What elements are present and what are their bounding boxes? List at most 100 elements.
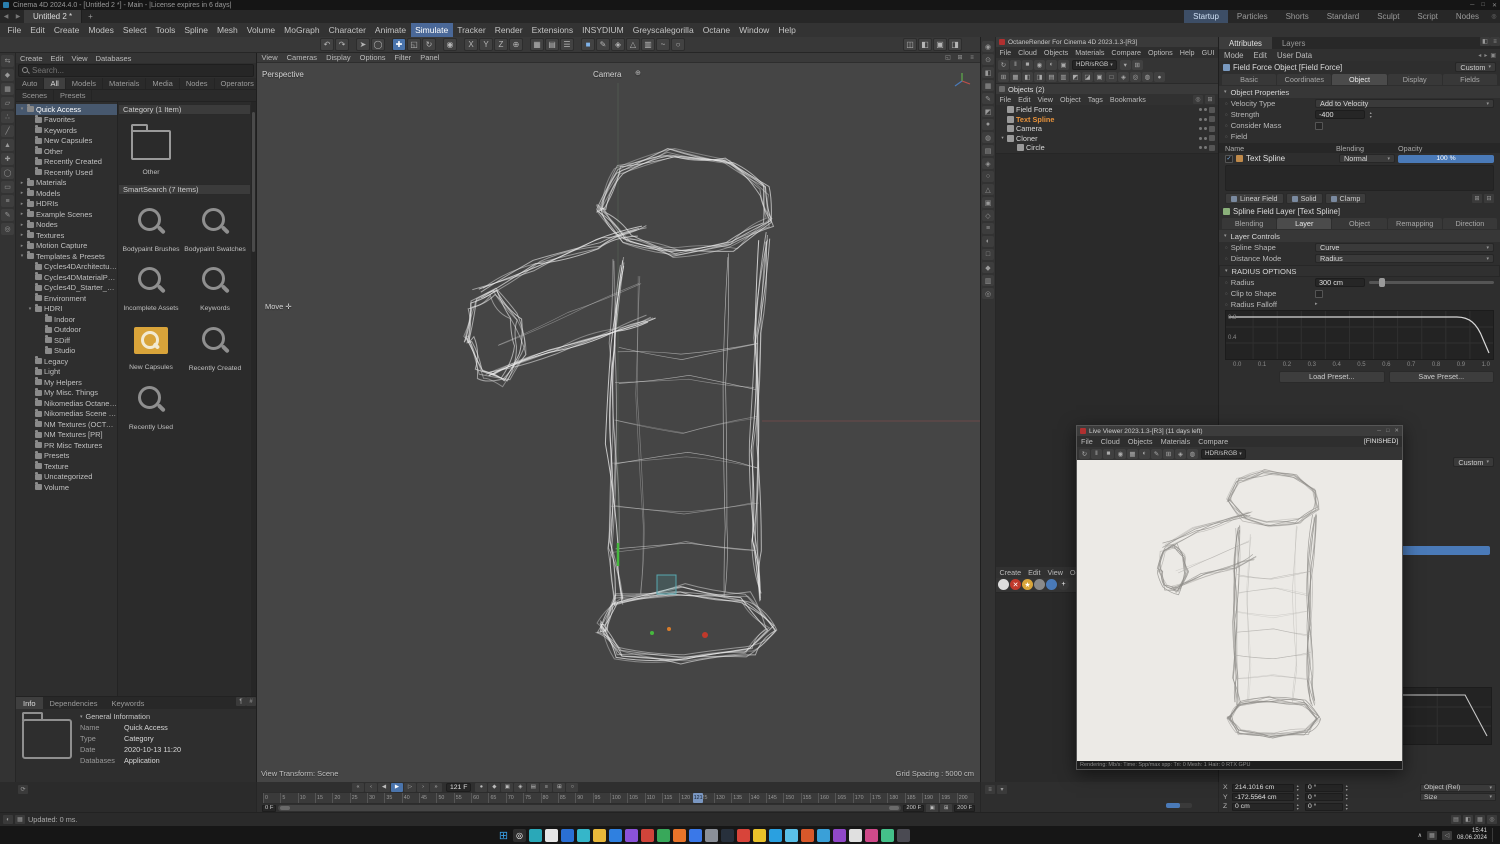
tree-item[interactable]: ▾ HDRI xyxy=(16,304,117,315)
taskbar-app-icon[interactable] xyxy=(577,829,590,842)
viewport-menu-item[interactable]: Cameras xyxy=(282,53,321,62)
volume-icon[interactable]: ◁ xyxy=(1442,831,1452,840)
prev-key-icon[interactable]: ‹ xyxy=(365,783,377,792)
taskbar-app-icon[interactable] xyxy=(657,829,670,842)
live-viewer-menu-item[interactable]: Materials xyxy=(1157,437,1195,446)
asset-item[interactable]: Recently Created xyxy=(184,319,246,373)
attribute-group-tab[interactable]: Fields xyxy=(1443,74,1497,85)
attribute-group-tab[interactable]: Coordinates xyxy=(1277,74,1331,85)
octane-menu-item[interactable]: Compare xyxy=(1108,47,1145,58)
menu-item[interactable]: Extensions xyxy=(527,23,578,37)
octane-menu-item[interactable]: Cloud xyxy=(1015,47,1041,58)
octane-tool-icon[interactable]: ◧ xyxy=(1022,72,1033,82)
octane-tool-icon[interactable]: ◇ xyxy=(982,210,994,221)
object-toggles[interactable] xyxy=(1199,116,1218,122)
maximize-button[interactable]: □ xyxy=(1386,428,1389,434)
asset-browser-menu-item[interactable]: Databases xyxy=(92,54,136,63)
material-swatch-icon[interactable] xyxy=(1034,579,1045,590)
objects-search-icon[interactable]: ◎ xyxy=(1193,95,1203,104)
forward-icon[interactable]: ▶ xyxy=(12,10,24,23)
position-field[interactable]: 0 cm xyxy=(1232,803,1294,811)
info-tab[interactable]: Dependencies xyxy=(43,697,105,709)
octane-tool-icon[interactable]: ▥ xyxy=(1058,72,1069,82)
blending-select[interactable]: Normal ▾ xyxy=(1339,154,1395,163)
show-desktop-button[interactable] xyxy=(1492,828,1495,842)
info-tab[interactable]: Info xyxy=(16,697,43,709)
taskbar-app-icon[interactable] xyxy=(817,829,830,842)
octane-tool-icon[interactable]: ≡ xyxy=(982,223,994,234)
layout-tab[interactable]: Sculpt xyxy=(1368,10,1408,23)
zoom-slider[interactable] xyxy=(1166,803,1192,808)
tree-item[interactable]: ▾ Templates & Presets xyxy=(16,251,117,262)
tree-item[interactable]: PR Misc Textures xyxy=(16,440,117,451)
expand-arrow-icon[interactable]: ▸ xyxy=(19,243,25,249)
preview-range-slider[interactable] xyxy=(278,805,901,811)
tree-item[interactable]: Presets xyxy=(16,451,117,462)
taskbar-app-icon[interactable] xyxy=(625,829,638,842)
attributes-menu-item[interactable]: Mode xyxy=(1219,51,1249,60)
taskbar-app-icon[interactable] xyxy=(641,829,654,842)
perspective-viewport[interactable]: View Cameras Display Options Filter Panel ◱ ⊞… xyxy=(257,53,980,782)
objects-filter-icon[interactable]: ⊞ xyxy=(1205,95,1215,104)
start-button[interactable]: ⊞ xyxy=(497,829,510,842)
status-icon[interactable]: ▦ xyxy=(15,815,25,824)
layer-group-tab[interactable]: Object xyxy=(1332,218,1386,229)
asset-browser-menu-item[interactable]: View xyxy=(67,54,91,63)
menu-item[interactable]: Tools xyxy=(151,23,180,37)
asset-item[interactable]: Keywords xyxy=(184,259,246,313)
rotation-field[interactable]: 0 ° xyxy=(1305,803,1343,811)
camera-label[interactable]: Camera xyxy=(593,70,621,79)
object-row[interactable]: Camera xyxy=(996,124,1218,134)
strength-field[interactable]: -400 xyxy=(1315,110,1365,119)
octane-tool-icon[interactable]: △ xyxy=(982,184,994,195)
asset-filter-tab[interactable]: Presets xyxy=(54,90,92,101)
minimize-button[interactable]: ─ xyxy=(1377,428,1381,434)
rotation-stepper[interactable]: ▲ ▼ xyxy=(1345,793,1352,801)
layer-dropdown-icon[interactable]: ▾ xyxy=(997,785,1007,794)
key-selection-icon[interactable]: ◈ xyxy=(514,783,526,792)
layout-search-icon[interactable]: ◎ xyxy=(1488,10,1500,23)
viewport-menu-item[interactable]: Filter xyxy=(390,53,416,62)
menu-item[interactable]: Window xyxy=(735,23,774,37)
octane-settings-icon[interactable]: ⊞ xyxy=(1132,60,1143,70)
colorspace-select[interactable]: HDR/sRGB ▾ xyxy=(1072,60,1117,70)
add-field-button[interactable]: Clamp xyxy=(1325,193,1367,204)
history-arrow-icon[interactable]: ◂ xyxy=(1478,52,1481,59)
object-row[interactable]: ▾ Cloner xyxy=(996,134,1218,144)
object-toggles[interactable] xyxy=(1199,107,1218,113)
rotation-stepper[interactable]: ▲ ▼ xyxy=(1345,784,1352,792)
taskbar-app-icon[interactable] xyxy=(609,829,622,842)
menu-item[interactable]: Help xyxy=(774,23,800,37)
tree-item[interactable]: ▾ Quick Access xyxy=(16,104,117,115)
motion-mode-icon[interactable]: ⊞ xyxy=(553,783,565,792)
timeline-ruler[interactable]: 0 5 10 15 20 25 30 35 40 45 50 55 60 65 70 75 80 85 90 95 10… xyxy=(262,792,975,804)
live-viewer-tool-icon[interactable]: ‖ xyxy=(1091,449,1102,459)
octane-tool-icon[interactable]: ◩ xyxy=(1070,72,1081,82)
close-button[interactable]: ✕ xyxy=(1394,428,1399,434)
clay-mode-icon[interactable]: ◐ xyxy=(1046,60,1057,70)
live-viewer-menu-item[interactable]: Objects xyxy=(1124,437,1157,446)
tree-item[interactable]: ▸ Example Scenes xyxy=(16,209,117,220)
asset-scrollbar[interactable] xyxy=(251,102,256,696)
octane-tool-icon[interactable]: ◍ xyxy=(1142,72,1153,82)
history-arrow-icon[interactable]: ▣ xyxy=(1490,52,1496,59)
asset-item[interactable]: Bodypaint Brushes xyxy=(120,200,182,254)
field-folder-icon[interactable]: ⊟ xyxy=(1484,194,1494,203)
radius-slider[interactable] xyxy=(1369,281,1494,284)
object-row[interactable]: Text Spline xyxy=(996,115,1218,125)
menu-item[interactable]: Edit xyxy=(26,23,50,37)
add-document-tab-button[interactable]: + xyxy=(82,10,99,23)
load-preset-button[interactable]: Load Preset... xyxy=(1279,371,1385,383)
tree-item[interactable]: Cycles4DArchitecturePack-4K xyxy=(16,262,117,273)
menu-item[interactable]: File xyxy=(3,23,26,37)
objects-menu-item[interactable]: View xyxy=(1034,95,1056,104)
material-swatch-icon[interactable]: + xyxy=(1058,579,1069,590)
clock[interactable]: 15:41 08.06.2024 xyxy=(1457,828,1487,842)
render-result[interactable] xyxy=(1077,460,1402,761)
make-editable-icon[interactable]: ⇆ xyxy=(1,55,14,67)
viewport-maximize-icon[interactable]: ◱ xyxy=(943,53,953,62)
points-mode-icon[interactable]: ∴ xyxy=(1,111,14,123)
expand-arrow-icon[interactable]: ▸ xyxy=(19,180,25,186)
minimize-button[interactable]: ─ xyxy=(1470,2,1474,9)
live-viewer-tool-icon[interactable]: ✎ xyxy=(1151,449,1162,459)
